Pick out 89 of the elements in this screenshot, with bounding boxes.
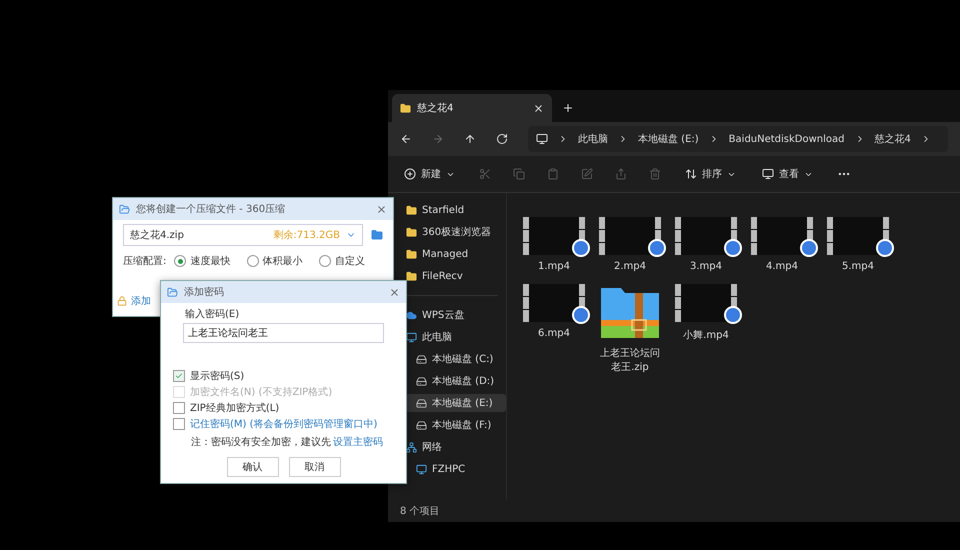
folder-icon <box>406 248 417 260</box>
folder-icon[interactable] <box>371 229 383 241</box>
checkbox-option[interactable]: 记住密码(M) (将会备份到密码管理窗口中) <box>173 417 394 431</box>
player-badge-icon <box>572 306 590 324</box>
sidebar-item[interactable]: 本地磁盘 (E:) <box>406 394 506 412</box>
password-dialog: 添加密码 输入密码(E) 上老王论坛问老王 显示密码(S) 加密文件名(N) (不支持ZIP格式) ZIP经典加密方式(L) 记住密码(M) (将会备份到密码管理窗口中) 注：密码没有安全加密，建议先 设置主密码 确认 取消 <box>160 280 407 484</box>
monitor-icon <box>416 464 427 474</box>
file-name[interactable]: 5.mp4 <box>842 261 874 272</box>
file-name[interactable]: 上老王论坛问老王.zip <box>599 346 661 374</box>
app-icon <box>167 286 178 298</box>
checkbox-option[interactable]: ZIP经典加密方式(L) <box>173 401 394 415</box>
sidebar-item[interactable]: 此电脑 <box>406 328 506 346</box>
sidebar-item[interactable]: 本地磁盘 (F:) <box>406 416 506 434</box>
network-icon <box>406 442 417 452</box>
file-name[interactable]: 4.mp4 <box>766 261 798 272</box>
refresh-icon[interactable] <box>496 133 508 145</box>
add-password-link[interactable]: 添加 <box>131 294 151 308</box>
close-icon[interactable] <box>533 102 544 114</box>
file-name[interactable]: 3.mp4 <box>690 261 722 272</box>
player-badge-icon <box>876 239 894 257</box>
folder-icon <box>406 226 417 238</box>
back-icon[interactable] <box>400 133 412 145</box>
monitor-icon <box>406 332 417 342</box>
plus-icon <box>404 168 416 180</box>
file-name[interactable]: 6.mp4 <box>538 328 570 339</box>
app-icon <box>119 204 130 214</box>
address-bar[interactable]: 此电脑 本地磁盘 (E:) BaiduNetdiskDownload 慈之花4 <box>528 126 948 152</box>
drive-icon <box>416 398 427 408</box>
dialog-button[interactable]: 取消 <box>288 457 340 477</box>
video-thumbnail[interactable] <box>675 284 737 322</box>
new-tab-icon[interactable] <box>562 102 574 114</box>
dialog-button[interactable]: 确认 <box>226 457 278 477</box>
video-thumbnail[interactable] <box>675 217 737 255</box>
file-name[interactable]: 2.mp4 <box>614 261 646 272</box>
forward-icon[interactable] <box>432 133 444 145</box>
radio-option[interactable]: 体积最小 <box>246 254 311 268</box>
player-badge-icon <box>572 239 590 257</box>
sidebar-item[interactable]: 360极速浏览器 <box>406 223 506 241</box>
breadcrumb-item[interactable]: BaiduNetdiskDownload <box>728 134 845 144</box>
drive-icon <box>416 354 427 364</box>
sidebar-item[interactable]: FileRecv <box>406 267 506 285</box>
sidebar-item[interactable]: Managed <box>406 245 506 263</box>
player-badge-icon <box>648 239 666 257</box>
toolbar-button[interactable]: 新建 <box>402 165 457 183</box>
folder-icon <box>400 102 411 114</box>
view-icon <box>762 168 774 180</box>
file-name[interactable]: 小舞.mp4 <box>683 328 729 342</box>
sidebar-item[interactable]: 网络 <box>406 438 506 456</box>
up-icon[interactable] <box>464 133 476 145</box>
video-thumbnail[interactable] <box>827 217 889 255</box>
drive-icon <box>416 376 427 386</box>
breadcrumb-item[interactable]: 慈之花4 <box>874 132 911 146</box>
video-thumbnail[interactable] <box>599 217 661 255</box>
checkbox-option[interactable]: 显示密码(S) <box>173 369 394 383</box>
file-name[interactable]: 1.mp4 <box>538 261 570 272</box>
video-thumbnail[interactable] <box>523 217 585 255</box>
drive-icon <box>416 420 427 430</box>
radio-option[interactable]: 速度最快 <box>174 254 239 268</box>
radio-option[interactable]: 自定义 <box>318 254 383 268</box>
folder-icon <box>406 270 417 282</box>
note-text: 注：密码没有安全加密，建议先 <box>191 436 331 449</box>
monitor-icon <box>536 133 548 145</box>
player-badge-icon <box>724 239 742 257</box>
close-icon[interactable] <box>389 286 400 298</box>
sidebar-item[interactable]: 本地磁盘 (D:) <box>406 372 506 390</box>
folder-tab[interactable]: 慈之花4 <box>392 94 552 122</box>
toolbar-button[interactable]: 查看 <box>760 165 815 183</box>
folder-icon <box>406 204 417 216</box>
checkmark-icon <box>175 372 183 380</box>
cloud-icon <box>406 310 417 320</box>
player-badge-icon <box>724 306 742 324</box>
sort-icon <box>685 168 697 180</box>
config-label: 压缩配置: <box>123 254 166 268</box>
player-badge-icon <box>800 239 818 257</box>
master-password-link[interactable]: 设置主密码 <box>333 435 383 449</box>
filename-field[interactable]: 慈之花4.zip 剩余:713.2GB <box>123 224 363 246</box>
sidebar-item[interactable]: WPS云盘 <box>406 306 506 324</box>
item-count-label: 8 个项目 <box>399 505 441 519</box>
toolbar-button[interactable]: 排序 <box>683 165 738 183</box>
video-thumbnail[interactable] <box>751 217 813 255</box>
password-field[interactable]: 上老王论坛问老王 <box>183 323 384 343</box>
sidebar-item[interactable]: 本地磁盘 (C:) <box>406 350 506 368</box>
breadcrumb-item[interactable]: 本地磁盘 (E:) <box>638 132 699 146</box>
close-icon[interactable] <box>376 204 387 214</box>
video-thumbnail[interactable] <box>523 284 585 322</box>
lock-icon <box>117 296 127 306</box>
breadcrumb-item[interactable]: 此电脑 <box>578 132 608 146</box>
sidebar-item[interactable]: FZHPC <box>406 460 506 478</box>
sidebar-item[interactable]: Starfield <box>406 201 506 219</box>
